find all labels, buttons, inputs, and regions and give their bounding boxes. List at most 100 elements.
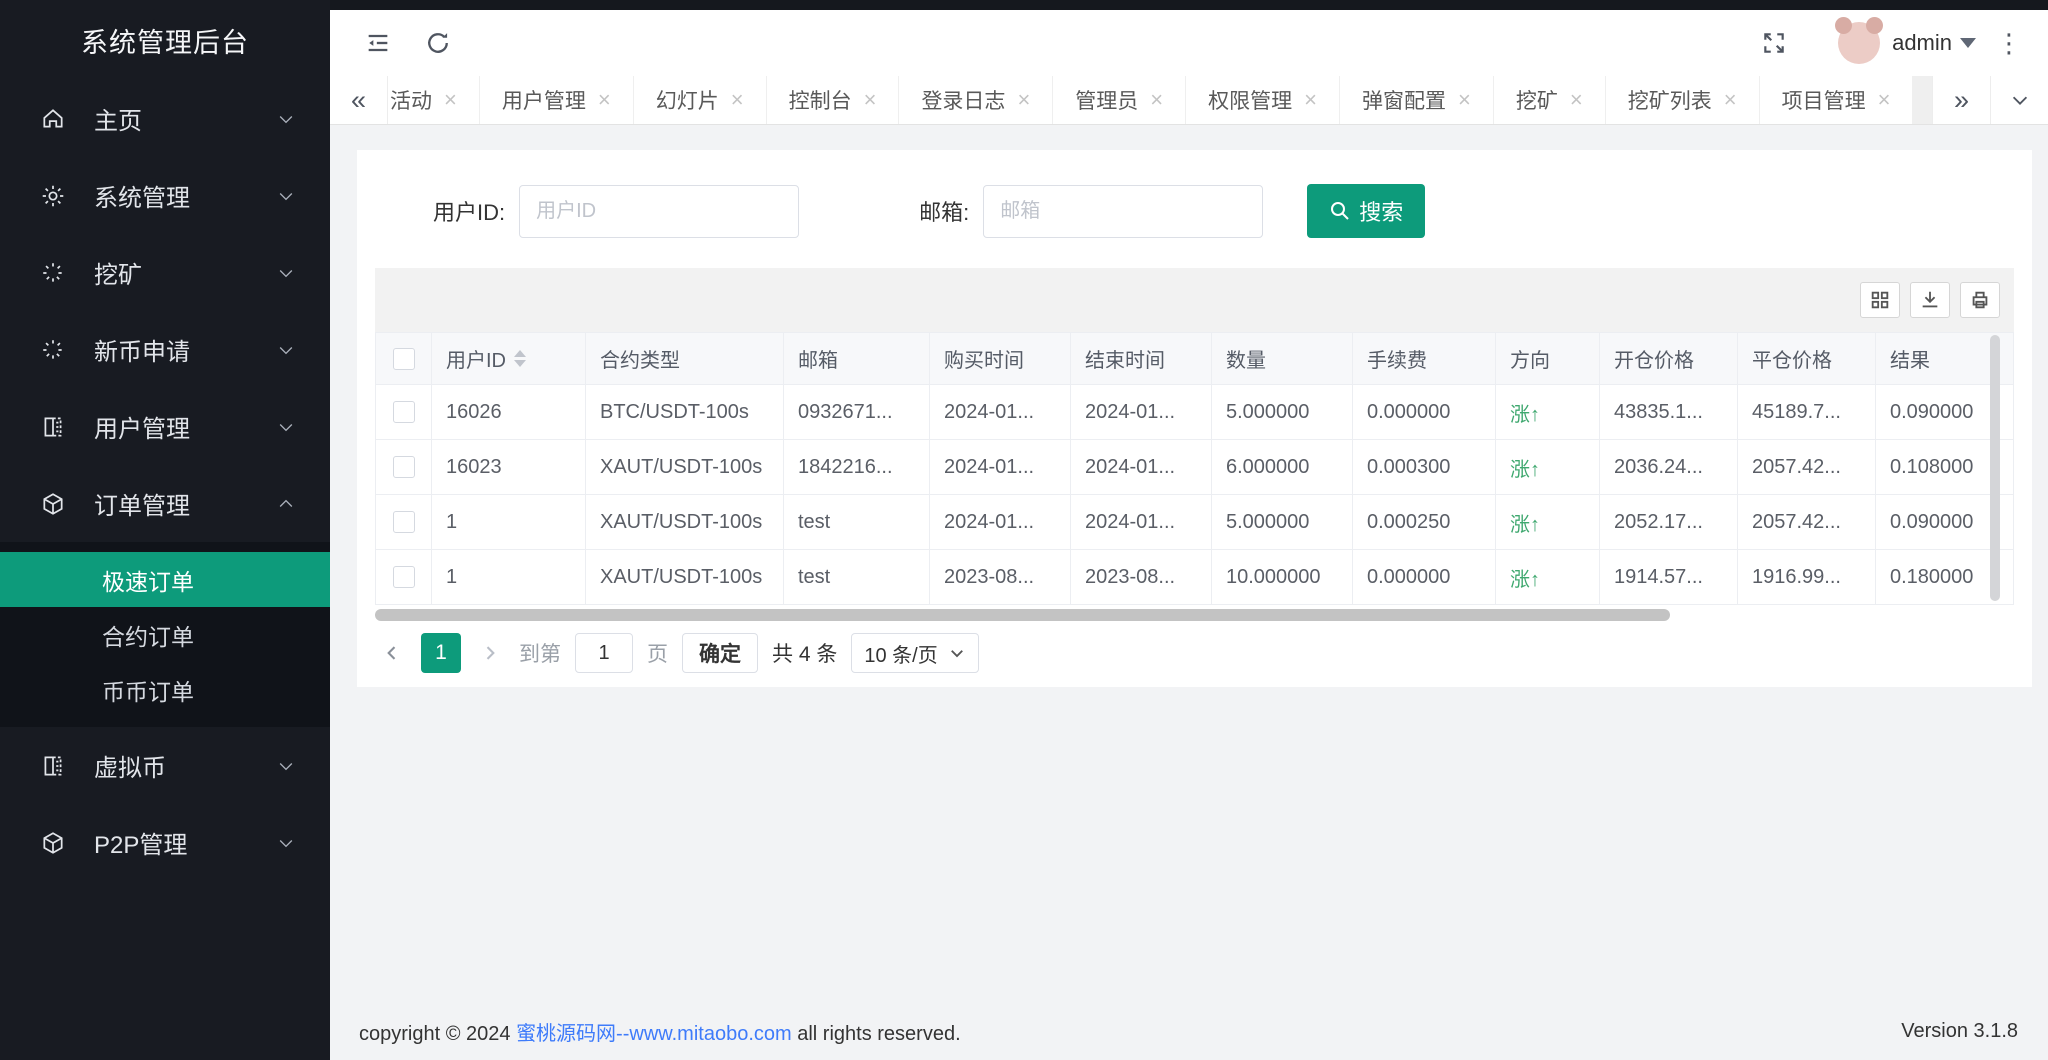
content-area: 用户ID: 邮箱: 搜索 xyxy=(330,125,2048,1060)
select-all-checkbox[interactable] xyxy=(393,348,415,370)
printer-icon xyxy=(1969,289,1991,311)
table-cell: XAUT/USDT-100s xyxy=(586,495,784,550)
table-cell: 1 xyxy=(432,495,586,550)
table-cell: 2052.17... xyxy=(1600,495,1738,550)
chevron-down-icon xyxy=(276,340,296,360)
next-page-icon[interactable] xyxy=(475,643,505,663)
search-button[interactable]: 搜索 xyxy=(1307,184,1425,238)
tab-用户管理[interactable]: 用户管理× xyxy=(480,76,634,124)
tab-close-icon[interactable]: × xyxy=(1017,89,1030,111)
user-id-label: 用户ID: xyxy=(433,195,505,227)
footer: copyright © 2024 蜜桃源码网--www.mitaobo.com … xyxy=(330,1017,2048,1046)
print-button[interactable] xyxy=(1960,282,2000,318)
tab-close-icon[interactable]: × xyxy=(1878,89,1891,111)
tab-close-icon[interactable]: × xyxy=(864,89,877,111)
tab-管理员[interactable]: 管理员× xyxy=(1053,76,1186,124)
email-input[interactable] xyxy=(983,185,1263,238)
more-menu-icon[interactable]: ⋮ xyxy=(1996,30,2022,56)
goto-confirm-button[interactable]: 确定 xyxy=(682,633,758,673)
tab-label: 幻灯片 xyxy=(656,85,719,115)
tab-close-icon[interactable]: × xyxy=(1724,89,1737,111)
tab-登录日志[interactable]: 登录日志× xyxy=(899,76,1053,124)
table-row: 16023XAUT/USDT-100s1842216...2024-01...2… xyxy=(376,440,2014,495)
tab-控制台[interactable]: 控制台 × xyxy=(767,76,900,124)
column-settings-button[interactable] xyxy=(1860,282,1900,318)
sidebar-item-label: 挖矿 xyxy=(94,255,276,290)
prev-page-icon[interactable] xyxy=(377,643,407,663)
tab-close-icon[interactable]: × xyxy=(1150,89,1163,111)
sidebar-fold-icon[interactable] xyxy=(356,21,400,65)
footer-link[interactable]: 蜜桃源码网--www.mitaobo.com xyxy=(516,1023,792,1045)
tab-弹窗配置[interactable]: 弹窗配置× xyxy=(1340,76,1494,124)
user-id-input[interactable] xyxy=(519,185,799,238)
export-button[interactable] xyxy=(1910,282,1950,318)
tab-close-icon[interactable]: × xyxy=(731,89,744,111)
table-cell: 2023-08... xyxy=(930,550,1071,605)
orders-table: 用户ID合约类型邮箱购买时间结束时间数量手续费方向开仓价格平仓价格结果 1602… xyxy=(375,332,2014,605)
table-cell: 0.000000 xyxy=(1353,550,1496,605)
tab-项目管理[interactable]: 项目管理× xyxy=(1760,76,1914,124)
book-icon xyxy=(38,412,68,442)
tab-活动[interactable]: 活动 × xyxy=(388,76,480,124)
tab-挖矿[interactable]: 挖矿× xyxy=(1494,76,1606,124)
goto-page-input[interactable] xyxy=(575,633,633,673)
row-checkbox[interactable] xyxy=(393,566,415,588)
table-vertical-scrollbar[interactable] xyxy=(1990,335,2000,601)
sidebar-item-挖矿[interactable]: 挖矿 xyxy=(0,234,330,311)
search-icon xyxy=(1329,200,1351,222)
row-checkbox[interactable] xyxy=(393,511,415,533)
tab-close-icon[interactable]: × xyxy=(1570,89,1583,111)
chevron-down-icon xyxy=(276,833,296,853)
tabs-scroll-left-icon[interactable]: « xyxy=(330,76,388,124)
table-cell: 0.000000 xyxy=(1353,385,1496,440)
column-header-购买时间: 购买时间 xyxy=(930,333,1071,385)
chevron-up-icon xyxy=(276,494,296,514)
user-avatar[interactable] xyxy=(1838,22,1880,64)
tab-极速订单[interactable]: 极速订单× xyxy=(1913,76,1932,124)
username[interactable]: admin xyxy=(1892,30,1952,56)
sidebar-subitem-极速订单[interactable]: 极速订单 xyxy=(0,552,330,607)
fullscreen-icon[interactable] xyxy=(1752,21,1796,65)
current-page-button[interactable]: 1 xyxy=(421,633,461,673)
sidebar-subitem-合约订单[interactable]: 合约订单 xyxy=(0,607,330,662)
sidebar-item-主页[interactable]: 主页 xyxy=(0,80,330,157)
column-header-用户ID[interactable]: 用户ID xyxy=(432,333,586,385)
table-cell: 1914.57... xyxy=(1600,550,1738,605)
sidebar-item-虚拟币[interactable]: 虚拟币 xyxy=(0,727,330,804)
orders-card: 用户ID: 邮箱: 搜索 xyxy=(357,150,2032,687)
user-menu-caret-icon[interactable] xyxy=(1960,38,1976,48)
copyright-text: copyright © 2024 蜜桃源码网--www.mitaobo.com … xyxy=(359,1017,961,1046)
tab-label: 挖矿列表 xyxy=(1628,85,1712,115)
h-scrollbar-thumb[interactable] xyxy=(375,609,1670,621)
table-cell: 2024-01... xyxy=(1071,440,1212,495)
sidebar-item-用户管理[interactable]: 用户管理 xyxy=(0,388,330,465)
table-cell: 1842216... xyxy=(784,440,930,495)
orders-table-wrap: 用户ID合约类型邮箱购买时间结束时间数量手续费方向开仓价格平仓价格结果 1602… xyxy=(375,332,2014,605)
tab-幻灯片[interactable]: 幻灯片 × xyxy=(634,76,767,124)
sort-icon[interactable] xyxy=(514,350,526,367)
sidebar-item-订单管理[interactable]: 订单管理 xyxy=(0,465,330,542)
tab-label: 活动 xyxy=(390,85,432,115)
tab-close-icon[interactable]: × xyxy=(1458,89,1471,111)
table-cell: 涨↑ xyxy=(1496,385,1600,440)
table-cell: 2024-01... xyxy=(1071,385,1212,440)
sidebar-item-系统管理[interactable]: 系统管理 xyxy=(0,157,330,234)
tabs-dropdown-icon[interactable] xyxy=(1990,76,2048,124)
table-cell: 45189.7... xyxy=(1738,385,1876,440)
sidebar-item-P2P管理[interactable]: P2P管理 xyxy=(0,804,330,881)
row-checkbox[interactable] xyxy=(393,401,415,423)
tab-label: 控制台 xyxy=(789,85,852,115)
tabs-scroll-right-icon[interactable]: » xyxy=(1932,76,1990,124)
tab-权限管理[interactable]: 权限管理× xyxy=(1186,76,1340,124)
sidebar-subitem-币币订单[interactable]: 币币订单 xyxy=(0,662,330,717)
tab-close-icon[interactable]: × xyxy=(598,89,611,111)
page-size-select[interactable]: 10 条/页 xyxy=(851,633,978,673)
tab-close-icon[interactable]: × xyxy=(444,89,457,111)
refresh-icon[interactable] xyxy=(416,21,460,65)
tab-挖矿列表[interactable]: 挖矿列表 × xyxy=(1606,76,1760,124)
table-cell: 2024-01... xyxy=(1071,495,1212,550)
sidebar-item-新币申请[interactable]: 新币申请 xyxy=(0,311,330,388)
email-label: 邮箱: xyxy=(919,195,969,227)
row-checkbox[interactable] xyxy=(393,456,415,478)
tab-close-icon[interactable]: × xyxy=(1304,89,1317,111)
